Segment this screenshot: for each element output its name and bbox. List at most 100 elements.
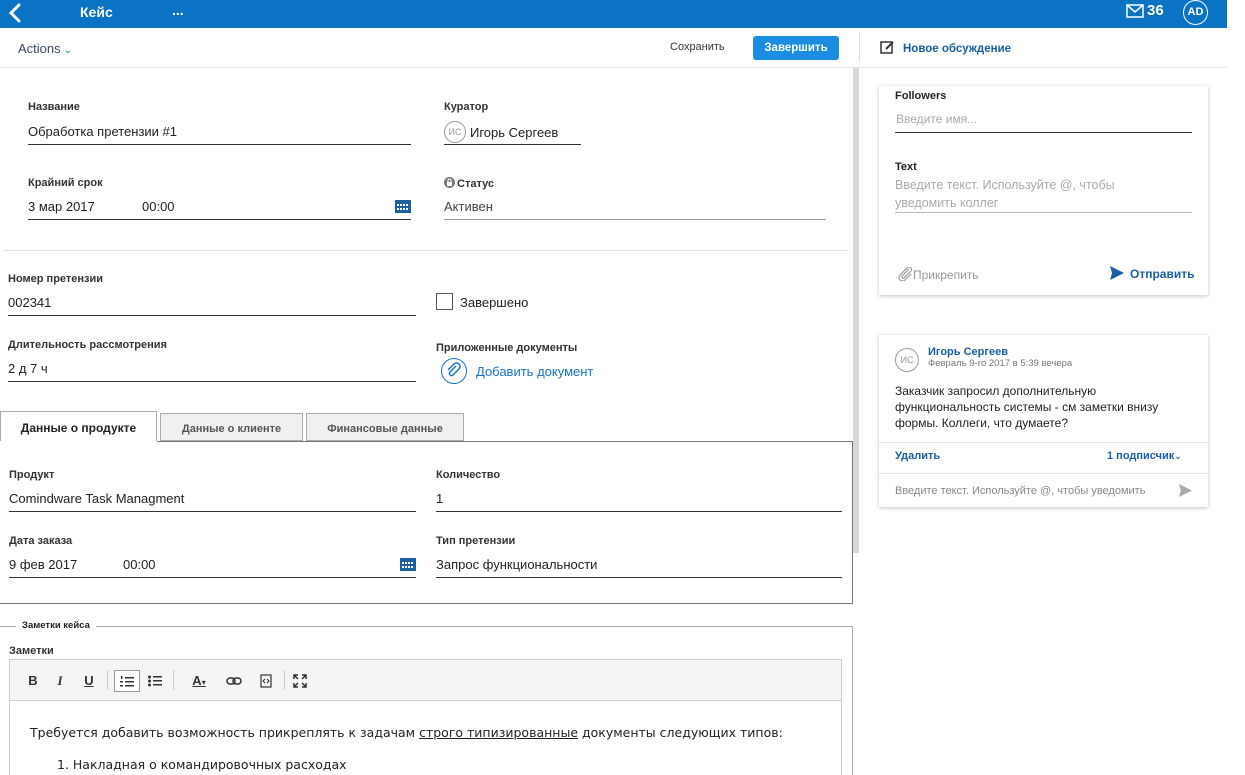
reply-send-icon[interactable] xyxy=(1179,484,1192,502)
send-icon xyxy=(1110,266,1124,283)
more-menu-icon[interactable]: ... xyxy=(172,2,184,18)
followers-label: Followers xyxy=(895,90,947,102)
toolbar-separator xyxy=(284,670,285,690)
bullet-list-icon[interactable] xyxy=(146,670,164,692)
ordered-list-icon[interactable] xyxy=(114,670,140,692)
fullscreen-icon[interactable] xyxy=(291,670,309,692)
comment-line-2: функциональность системы - см заметки вн… xyxy=(895,400,1159,414)
claim-number-underline xyxy=(8,315,416,316)
mail-icon[interactable] xyxy=(1126,4,1144,18)
claim-type-field[interactable]: Запрос функциональности xyxy=(436,557,597,572)
mail-count[interactable]: 36 xyxy=(1147,2,1164,19)
text-color-icon[interactable]: A▾ xyxy=(186,670,212,692)
underline-icon[interactable]: U xyxy=(80,670,98,692)
scrollbar[interactable] xyxy=(853,68,859,553)
save-button[interactable]: Сохранить xyxy=(670,41,725,53)
claim-number-field[interactable]: 002341 xyxy=(8,295,51,310)
notes-label: Заметки xyxy=(9,645,54,657)
followers-input[interactable]: Введите имя... xyxy=(896,110,977,128)
name-underline xyxy=(28,144,411,145)
claim-type-label: Тип претензии xyxy=(436,535,516,547)
send-label: Отправить xyxy=(1130,267,1195,281)
tab-financial-data[interactable]: Финансовые данные xyxy=(306,413,464,441)
duration-underline xyxy=(8,381,416,382)
order-date-field[interactable]: 9 фев 2017 xyxy=(9,557,77,572)
notes-text-underlined: строго типизированные xyxy=(419,725,579,740)
new-discussion-label: Новое обсуждение xyxy=(903,43,1012,55)
send-button[interactable]: Отправить xyxy=(1110,266,1194,283)
completed-label: Завершено xyxy=(460,295,529,310)
status-label-text: Статус xyxy=(457,178,495,190)
tab-product-data[interactable]: Данные о продукте xyxy=(0,411,157,441)
quantity-label: Количество xyxy=(436,469,501,481)
text-placeholder-line-2: уведомить коллег xyxy=(895,196,999,210)
link-icon[interactable] xyxy=(225,670,243,692)
toolbar: Actions ⌄ Сохранить Завершить Новое обсуж… xyxy=(0,28,1227,68)
attached-docs-label: Приложенные документы xyxy=(436,342,578,354)
section-divider xyxy=(4,250,848,251)
new-discussion-button[interactable]: Новое обсуждение xyxy=(880,40,1011,58)
status-underline xyxy=(444,219,826,220)
quantity-field[interactable]: 1 xyxy=(436,491,443,506)
notes-list-item[interactable]: 1. Накладная о командировочных расходах xyxy=(57,757,347,772)
comment-author-avatar: ИС xyxy=(895,348,919,372)
notes-paragraph[interactable]: Требуется добавить возможность прикрепля… xyxy=(30,725,783,740)
completed-checkbox[interactable] xyxy=(436,293,453,310)
tab-client-data[interactable]: Данные о клиенте xyxy=(160,413,303,441)
new-discussion-card: Followers Введите имя... Text Введите те… xyxy=(879,86,1208,295)
status-label: Статус xyxy=(444,177,494,191)
calendar-icon[interactable] xyxy=(400,557,416,571)
deadline-underline xyxy=(28,219,411,220)
duration-field[interactable]: 2 д 7 ч xyxy=(8,361,48,376)
deadline-time-field[interactable]: 00:00 xyxy=(142,199,175,214)
duration-label: Длительность рассмотрения xyxy=(8,339,167,351)
curator-field[interactable]: Игорь Сергеев xyxy=(470,125,558,140)
calendar-icon[interactable] xyxy=(395,199,411,213)
chevron-down-icon: ⌄ xyxy=(63,45,73,56)
actions-menu[interactable]: Actions ⌄ xyxy=(18,41,72,56)
lock-icon xyxy=(444,177,455,191)
user-avatar[interactable]: AD xyxy=(1183,0,1208,25)
text-label: Text xyxy=(895,161,917,173)
text-input[interactable]: Введите текст. Используйте @, чтобы увед… xyxy=(895,176,1115,212)
paperclip-icon xyxy=(897,266,913,284)
status-value: Активен xyxy=(444,199,493,214)
comment-card: ИС Игорь Сергеев Февраль 9-го 2017 в 5:3… xyxy=(879,335,1208,507)
name-label: Название xyxy=(28,101,80,113)
comment-text: Заказчик запросил дополнительную функцио… xyxy=(895,383,1195,431)
italic-icon[interactable]: I xyxy=(51,670,69,692)
source-code-icon[interactable] xyxy=(257,670,275,692)
product-field[interactable]: Comindware Task Managment xyxy=(9,491,184,506)
notes-text-before: Требуется добавить возможность прикрепля… xyxy=(30,725,420,740)
actions-label: Actions xyxy=(18,41,61,56)
back-arrow-icon[interactable] xyxy=(6,2,26,24)
curator-label: Куратор xyxy=(444,101,489,113)
reply-divider xyxy=(879,473,1208,474)
comment-author[interactable]: Игорь Сергеев xyxy=(928,346,1008,358)
comment-divider xyxy=(879,442,1208,443)
add-document-link[interactable]: Добавить документ xyxy=(476,364,593,379)
finish-button[interactable]: Завершить xyxy=(753,36,839,60)
curator-avatar: ИС xyxy=(444,121,466,143)
subscribers-label: 1 подписчик xyxy=(1107,450,1175,462)
deadline-date-field[interactable]: 3 мар 2017 xyxy=(28,199,95,214)
paperclip-icon[interactable] xyxy=(441,358,467,384)
notes-editor: B I U A▾ Требуется добавить возможность … xyxy=(9,659,842,775)
notes-legend: Заметки кейса xyxy=(16,620,96,631)
subscribers-dropdown[interactable]: 1 подписчик⌄ xyxy=(1107,450,1182,462)
toolbar-separator xyxy=(107,670,108,690)
name-field[interactable]: Обработка претензии #1 xyxy=(28,124,177,139)
order-time-field[interactable]: 00:00 xyxy=(123,557,156,572)
claim-number-label: Номер претензии xyxy=(8,273,104,285)
notes-text-after: документы следующих типов: xyxy=(578,725,783,740)
top-bar: Кейс ... 36 AD xyxy=(0,0,1227,28)
delete-comment-button[interactable]: Удалить xyxy=(895,450,940,462)
attach-button[interactable]: Прикрепить xyxy=(897,266,979,284)
claim-type-underline xyxy=(436,577,842,578)
bold-icon[interactable]: B xyxy=(24,670,42,692)
curator-underline xyxy=(444,144,581,145)
edit-icon xyxy=(880,40,895,58)
reply-input[interactable]: Введите текст. Используйте @, чтобы увед… xyxy=(895,485,1145,497)
followers-underline xyxy=(895,132,1192,133)
comment-line-1: Заказчик запросил дополнительную xyxy=(895,384,1097,398)
